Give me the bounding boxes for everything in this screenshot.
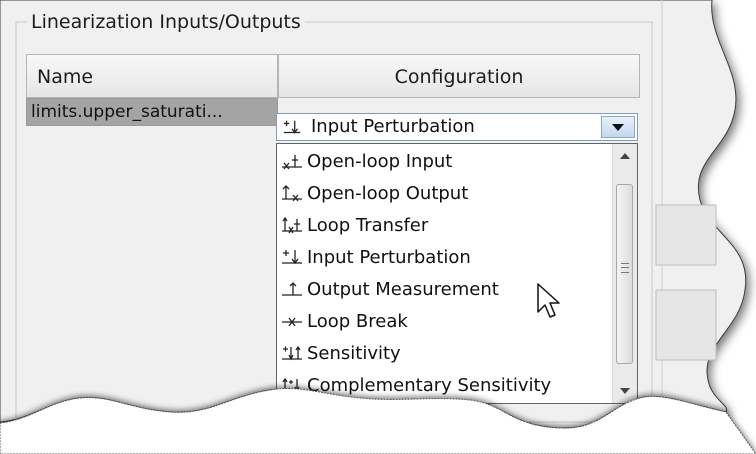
mouse-pointer-icon — [537, 283, 560, 318]
option-open-loop-output[interactable]: Open-loop Output — [277, 178, 611, 210]
option-loop-transfer[interactable]: Loop Transfer — [277, 210, 611, 242]
option-label: Output Measurement — [307, 279, 499, 300]
column-header-name[interactable]: Name — [26, 54, 278, 98]
input-perturbation-icon — [283, 120, 301, 134]
grip-icon — [621, 263, 629, 273]
chevron-down-icon — [612, 123, 624, 131]
combobox-selected-value: Input Perturbation — [311, 116, 475, 137]
option-complementary-sensitivity[interactable]: Complementary Sensitivity — [277, 370, 611, 402]
output-measurement-icon — [282, 282, 302, 296]
complementary-sensitivity-icon — [282, 377, 302, 393]
option-label: Open-loop Input — [307, 151, 453, 172]
configuration-dropdown-list[interactable]: Open-loop Input Open-loop Output Loop Tr… — [276, 143, 638, 404]
scroll-down-button[interactable] — [613, 379, 637, 403]
open-loop-input-icon — [282, 155, 302, 170]
combobox-dropdown-button[interactable] — [601, 116, 635, 138]
option-output-measurement[interactable]: Output Measurement — [277, 274, 611, 306]
option-label: Complementary Sensitivity — [307, 375, 552, 396]
input-perturbation-icon — [282, 250, 302, 265]
option-loop-break[interactable]: Loop Break — [277, 306, 611, 338]
option-open-loop-input[interactable]: Open-loop Input — [277, 146, 611, 178]
table-row-name-cell[interactable]: limits.upper_saturati... — [26, 98, 278, 126]
sensitivity-icon — [282, 345, 302, 361]
scrollbar-thumb[interactable] — [616, 184, 633, 364]
option-label: Open-loop Output — [307, 183, 469, 204]
open-loop-output-icon — [282, 185, 302, 202]
option-label: Sensitivity — [307, 343, 401, 364]
group-box-title: Linearization Inputs/Outputs — [27, 9, 305, 35]
option-label: Loop Break — [307, 311, 408, 332]
dropdown-scrollbar[interactable] — [612, 144, 637, 403]
chevron-down-icon — [620, 388, 630, 394]
configuration-combobox[interactable]: Input Perturbation — [276, 113, 638, 141]
option-input-perturbation[interactable]: Input Perturbation — [277, 242, 611, 274]
chevron-up-icon — [620, 153, 630, 159]
loop-transfer-icon — [282, 216, 302, 234]
option-sensitivity[interactable]: Sensitivity — [277, 338, 611, 370]
loop-break-icon — [282, 317, 302, 327]
option-label: Loop Transfer — [307, 215, 429, 236]
option-label: Input Perturbation — [307, 247, 471, 268]
column-header-configuration[interactable]: Configuration — [278, 54, 640, 98]
scroll-up-button[interactable] — [613, 144, 637, 168]
